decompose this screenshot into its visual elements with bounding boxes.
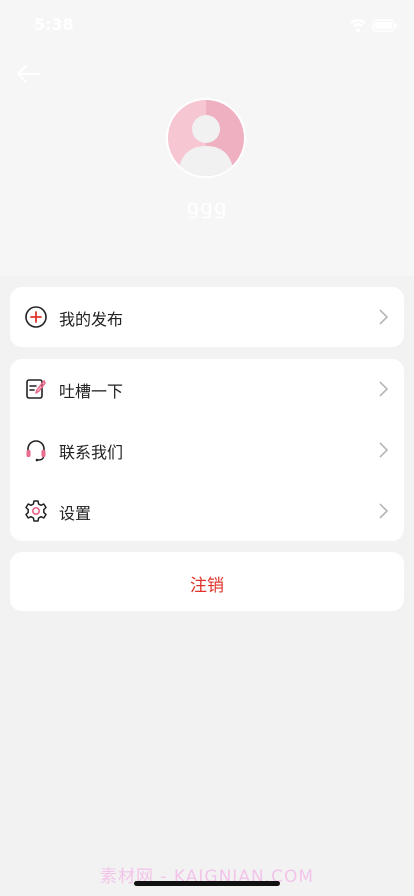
username: ggg <box>186 195 228 219</box>
add-circle-icon <box>24 305 48 329</box>
logout-button[interactable]: 注销 <box>10 552 404 611</box>
menu-card-publish: 我的发布 <box>10 287 404 347</box>
menu-item-my-posts[interactable]: 我的发布 <box>10 287 404 348</box>
menu-item-label: 吐槽一下 <box>59 382 124 401</box>
logout-label: 注销 <box>190 576 224 596</box>
profile-header: 5:38 ggg <box>0 0 414 276</box>
chevron-right-icon <box>378 380 390 398</box>
menu-item-label: 我的发布 <box>59 310 124 329</box>
menu-item-label: 设置 <box>59 504 92 523</box>
status-icons <box>348 17 398 33</box>
menu-item-label: 联系我们 <box>59 443 124 462</box>
status-time: 5:38 <box>34 15 74 34</box>
battery-icon <box>372 19 397 32</box>
chevron-right-icon <box>378 502 390 520</box>
menu-item-contact-us[interactable]: 联系我们 <box>10 420 404 481</box>
avatar[interactable] <box>166 98 246 178</box>
chevron-right-icon <box>378 441 390 459</box>
headset-icon <box>24 438 48 462</box>
user-avatar-icon <box>168 100 244 176</box>
back-arrow-icon[interactable] <box>14 60 42 88</box>
home-indicator <box>134 881 280 886</box>
menu-item-settings[interactable]: 设置 <box>10 481 404 542</box>
menu-card-support: 吐槽一下 联系我们 设置 <box>10 359 404 541</box>
chevron-right-icon <box>378 308 390 326</box>
wifi-icon <box>350 19 366 32</box>
gear-icon <box>24 499 48 523</box>
note-edit-icon <box>24 377 48 401</box>
status-bar: 5:38 <box>0 0 414 50</box>
menu-item-feedback[interactable]: 吐槽一下 <box>10 359 404 420</box>
